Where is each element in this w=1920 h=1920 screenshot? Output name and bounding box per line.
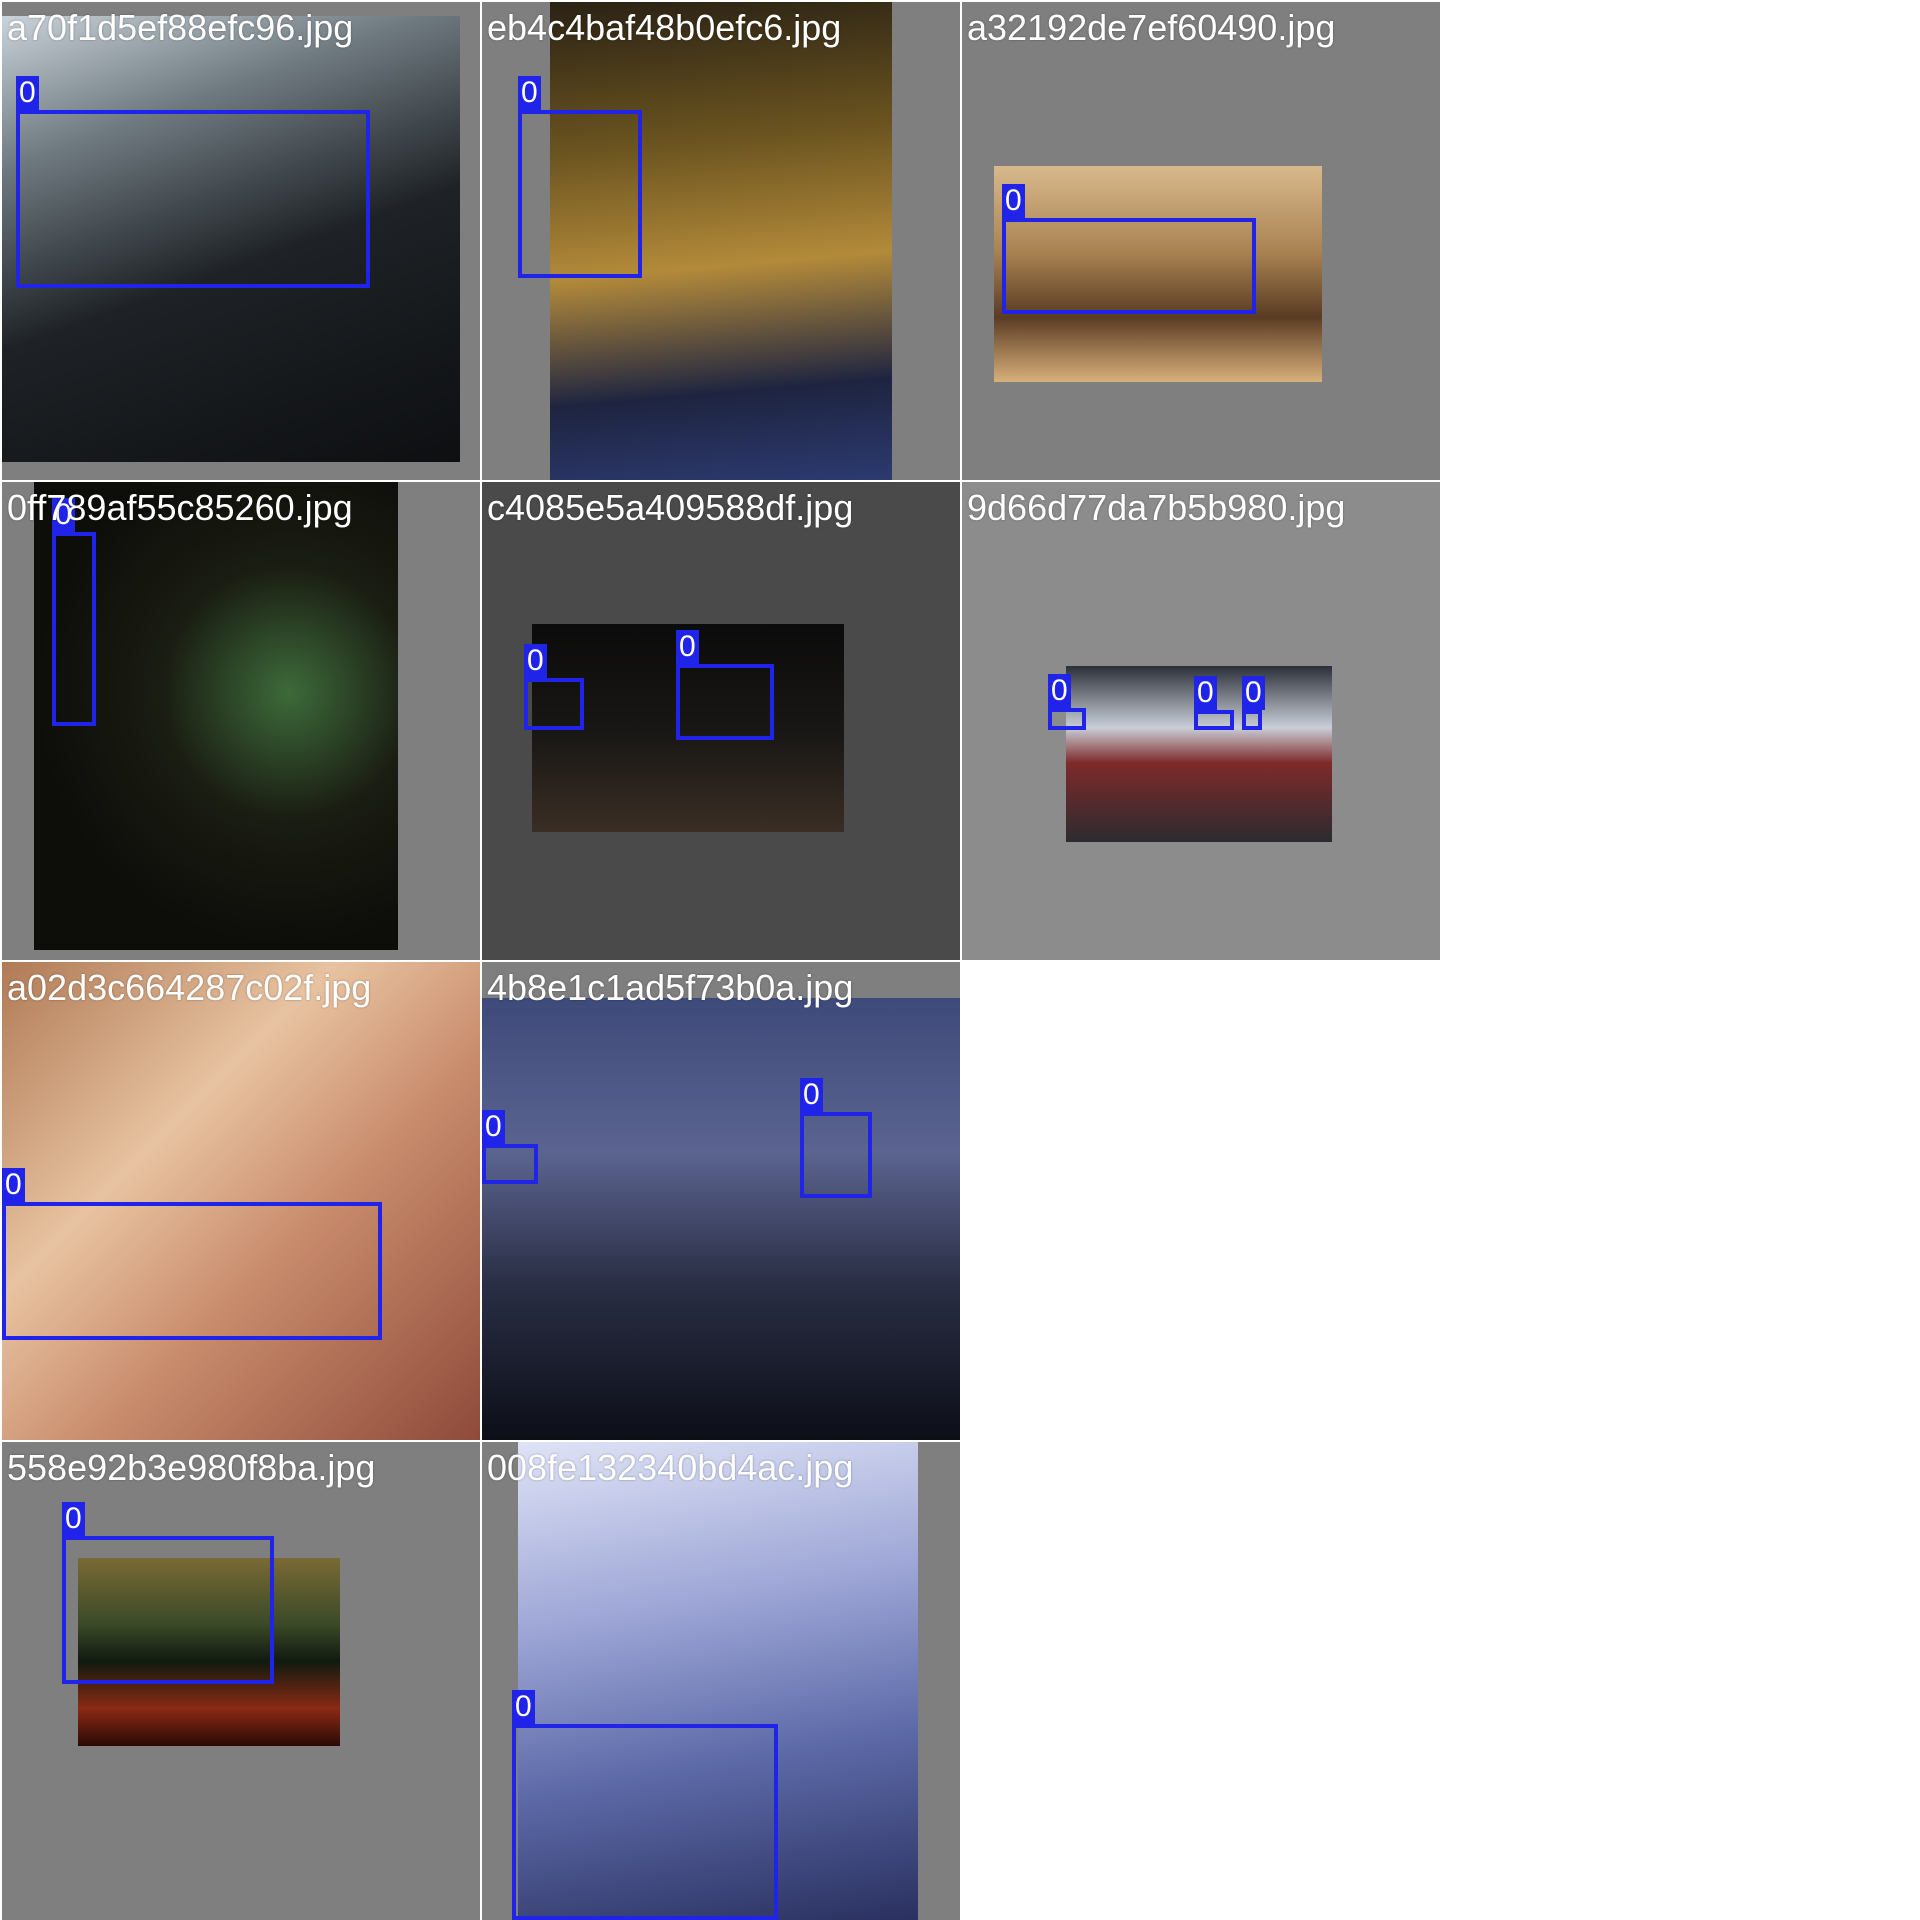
- tile-filename: 558e92b3e980f8ba.jpg: [7, 1447, 376, 1488]
- detection-box: [1242, 710, 1262, 730]
- detection-class-label: 0: [1242, 676, 1265, 710]
- detection-box: [52, 532, 96, 726]
- image-mosaic-grid: 0 a70f1d5ef88efc96.jpg 0 eb4c4baf48b0efc6.j…: [0, 0, 1920, 1920]
- detection-box: [1194, 710, 1234, 730]
- detection-class-label: 0: [676, 630, 699, 664]
- image-tile[interactable]: 0 a32192de7ef60490.jpg: [962, 2, 1440, 480]
- detection-class-label: 0: [482, 1110, 505, 1144]
- tile-filename: 9d66d77da7b5b980.jpg: [967, 487, 1346, 528]
- detection-box: [518, 110, 642, 278]
- detection-class-label: 0: [518, 76, 541, 110]
- tile-filename: a32192de7ef60490.jpg: [967, 7, 1336, 48]
- detection-box: [482, 1144, 538, 1184]
- detection-box: [62, 1536, 274, 1684]
- image-tile[interactable]: 0 558e92b3e980f8ba.jpg: [2, 1442, 480, 1920]
- image-tile[interactable]: 0 0 0 9d66d77da7b5b980.jpg: [962, 482, 1440, 960]
- detection-box: [524, 678, 584, 730]
- detection-box: [676, 664, 774, 740]
- photo-thumbnail: [2, 962, 480, 1440]
- image-tile[interactable]: 0 008fe132340bd4ac.jpg: [482, 1442, 960, 1920]
- tile-filename: c4085e5a409588df.jpg: [487, 487, 854, 528]
- detection-class-label: 0: [524, 644, 547, 678]
- photo-thumbnail: [482, 998, 960, 1440]
- detection-box: [800, 1112, 872, 1198]
- image-tile[interactable]: 0 0ff789af55c85260.jpg: [2, 482, 480, 960]
- detection-class-label: 0: [800, 1078, 823, 1112]
- image-tile[interactable]: 0 0 c4085e5a409588df.jpg: [482, 482, 960, 960]
- detection-class-label: 0: [62, 1502, 85, 1536]
- detection-class-label: 0: [2, 1168, 25, 1202]
- detection-class-label: 0: [1002, 184, 1025, 218]
- detection-box: [1048, 708, 1086, 730]
- detection-box: [1002, 218, 1256, 314]
- detection-class-label: 0: [52, 498, 75, 532]
- image-tile[interactable]: 0 a02d3c664287c02f.jpg: [2, 962, 480, 1440]
- detection-box: [2, 1202, 382, 1340]
- detection-class-label: 0: [1194, 676, 1217, 710]
- detection-class-label: 0: [1048, 674, 1071, 708]
- detection-box: [16, 110, 370, 288]
- detection-box: [512, 1724, 778, 1920]
- detection-class-label: 0: [16, 76, 39, 110]
- image-tile[interactable]: 0 eb4c4baf48b0efc6.jpg: [482, 2, 960, 480]
- detection-class-label: 0: [512, 1690, 535, 1724]
- image-tile[interactable]: 0 a70f1d5ef88efc96.jpg: [2, 2, 480, 480]
- image-tile[interactable]: 0 0 4b8e1c1ad5f73b0a.jpg: [482, 962, 960, 1440]
